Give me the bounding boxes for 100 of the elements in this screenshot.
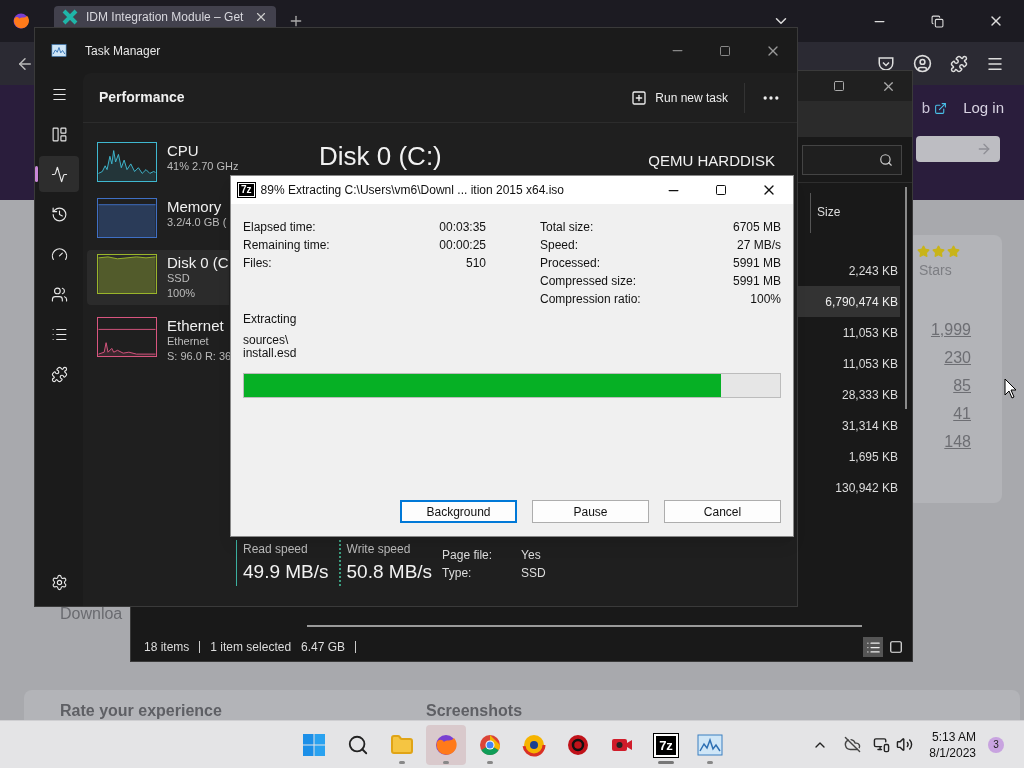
folder-icon — [390, 733, 414, 757]
speed-value: 49.9 MB/s — [243, 559, 329, 584]
stat-label: Compressed size: — [540, 273, 637, 290]
new-tab-icon[interactable] — [288, 13, 304, 29]
resource-detail: 3.2/4.0 GB ( — [167, 215, 227, 230]
disk-heading: Disk 0 (C:) — [319, 140, 442, 173]
resource-detail: Ethernet — [167, 334, 210, 349]
list-icon — [865, 639, 881, 655]
resource-detail: 41% 2.70 GHz — [167, 159, 239, 174]
tricolor-circle-icon — [478, 733, 502, 757]
speed-label: Read speed — [243, 540, 309, 558]
time-text: 5:13 AM — [931, 728, 976, 745]
fox-globe-icon — [434, 733, 458, 757]
login-link[interactable]: Log in — [963, 97, 1004, 120]
resource-detail: 100% — [167, 286, 197, 301]
fox-globe-icon — [12, 12, 30, 30]
stat-value: 00:00:25 — [439, 237, 486, 254]
resource-name: Disk 0 (C — [167, 254, 229, 271]
speed-value: 50.8 MB/s — [346, 559, 433, 584]
dialog-button[interactable]: Pause — [532, 500, 649, 523]
external-link-icon — [934, 101, 948, 115]
column-header[interactable]: Size — [810, 193, 900, 233]
window-title: Task Manager — [85, 42, 161, 60]
resource-detail: SSD — [167, 271, 191, 286]
file-path-text: sources\ — [243, 334, 290, 347]
run-new-task-button[interactable]: Run new task — [631, 82, 745, 113]
tab-title: IDM Integration Module – Get — [86, 9, 244, 24]
grid-icon — [50, 125, 68, 143]
status-text: Extracting — [243, 311, 298, 328]
dialog-button[interactable]: Background — [400, 500, 517, 523]
dialog-title: 89% Extracting C:\Users\vm6\Downl ... ition 2015 x64.iso — [260, 182, 565, 199]
puzzle-icon — [50, 365, 68, 383]
chart-window-icon — [51, 44, 67, 57]
stat-label: Compression ratio: — [540, 291, 641, 308]
resource-item[interactable]: Ethernet Ethernet S: 96.0 R: 36 — [87, 313, 232, 368]
file-path-text: install.esd — [243, 347, 298, 360]
resource-name: Ethernet — [167, 317, 225, 334]
stat-value: 6705 MB — [732, 219, 781, 236]
size-cell[interactable]: 1,695 KB — [810, 441, 900, 472]
size-cell[interactable]: 31,314 KB — [810, 410, 900, 441]
size-cell[interactable]: 11,053 KB — [810, 317, 900, 348]
clock[interactable]: 5:13 AM 8/1/2023 — [929, 728, 976, 761]
account-icon[interactable] — [913, 54, 932, 73]
windows-icon — [302, 733, 326, 757]
maximize-icon[interactable] — [715, 184, 727, 196]
stat-value: 5991 MB — [732, 273, 781, 290]
stat-value: 510 — [465, 255, 486, 272]
stat-label: Elapsed time: — [243, 219, 316, 236]
date-text: 8/1/2023 — [929, 744, 976, 761]
maximize-icon[interactable] — [833, 80, 845, 92]
cursor-icon — [1004, 378, 1018, 400]
add-task-icon — [631, 89, 648, 106]
disk-model: QEMU HARDDISK — [648, 150, 775, 171]
page-title: Performance — [99, 88, 185, 107]
size-cell[interactable]: 130,942 KB — [810, 472, 900, 503]
size-cell[interactable]: 11,053 KB — [810, 348, 900, 379]
volume-icon[interactable] — [896, 736, 914, 753]
resource-name: Memory — [167, 198, 223, 215]
dialog-button[interactable]: Cancel — [664, 500, 781, 523]
ring-logo-icon — [522, 733, 546, 757]
size-cell[interactable]: 28,333 KB — [810, 379, 900, 410]
settings-icon — [50, 573, 68, 591]
stat-value: 00:03:35 — [439, 219, 486, 236]
section-heading: Rate your experience — [60, 702, 222, 719]
chart-window-icon — [697, 734, 723, 756]
search-icon — [879, 152, 893, 167]
speed-label: Write speed — [346, 540, 412, 558]
clock-icon — [50, 205, 68, 223]
extensions-icon[interactable] — [950, 54, 968, 73]
status-text: 1 item selected — [210, 639, 292, 656]
cloud-off-icon[interactable] — [844, 736, 862, 753]
property-label: Page file: — [442, 546, 494, 564]
stat-value: 27 MB/s — [737, 237, 781, 254]
status-text: 6.47 GB — [301, 639, 346, 656]
resource-name: CPU — [167, 142, 200, 159]
stat-label: Remaining time: — [243, 237, 330, 254]
stat-value: 5991 MB — [732, 255, 781, 272]
restore-icon[interactable] — [931, 14, 944, 28]
sevenzip-icon: 7z — [654, 733, 678, 757]
sevenzip-icon: 7z — [238, 183, 255, 197]
section-heading: Screenshots — [426, 702, 523, 719]
resource-item[interactable]: Disk 0 (C SSD 100% — [87, 250, 229, 305]
size-cell[interactable]: 2,243 KB — [810, 255, 900, 286]
resource-item[interactable]: Memory 3.2/4.0 GB ( — [87, 194, 229, 242]
search-field[interactable] — [916, 135, 1000, 162]
search-icon — [347, 734, 369, 756]
notification-badge: 3 — [988, 736, 1004, 753]
header-link[interactable]: b — [921, 97, 931, 120]
taskbar-app-button[interactable]: 7z — [646, 725, 686, 765]
users-icon — [50, 285, 68, 303]
square-icon — [889, 640, 903, 654]
card-text: Downloa — [60, 604, 123, 624]
search-field[interactable] — [802, 144, 902, 175]
stat-value: 100% — [750, 291, 781, 308]
property-value: Yes — [521, 546, 542, 564]
network-icon[interactable] — [873, 736, 891, 753]
property-value: SSD — [521, 564, 546, 582]
resource-item[interactable]: CPU 41% 2.70 GHz — [87, 138, 239, 186]
browser-tab[interactable]: IDM Integration Module – Get — [54, 6, 276, 27]
pocket-icon[interactable] — [877, 54, 895, 73]
